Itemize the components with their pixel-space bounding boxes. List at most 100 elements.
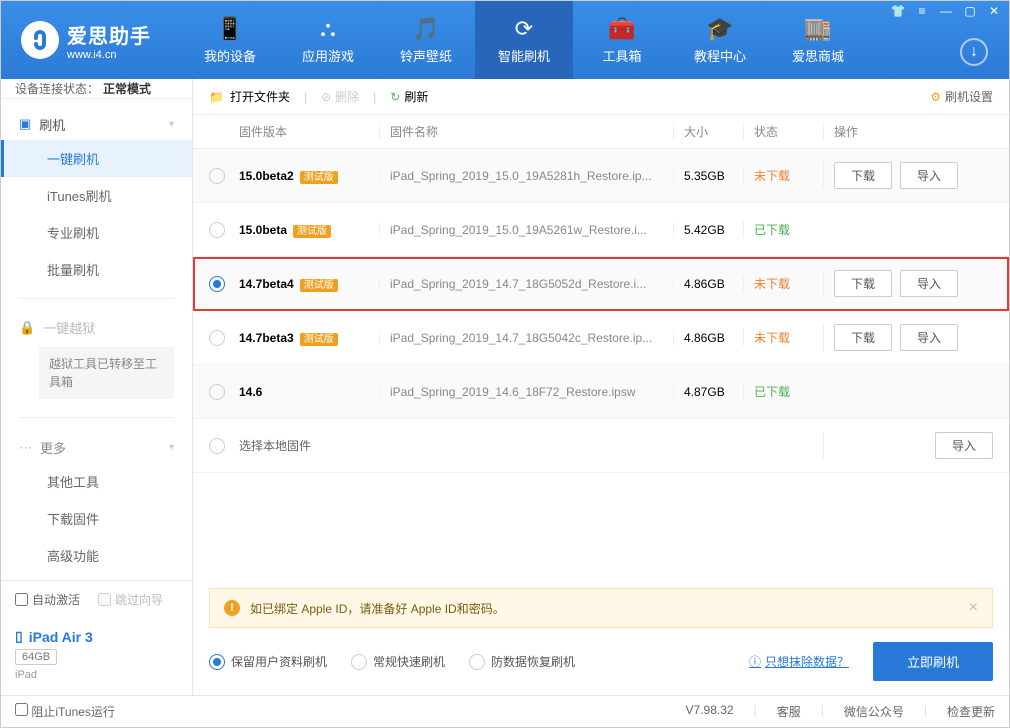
shirt-icon[interactable]: 👕 xyxy=(890,4,906,18)
download-button[interactable]: 下载 xyxy=(834,324,892,351)
device-info: ▯ iPad Air 3 64GB iPad xyxy=(1,618,192,695)
nav-ringtones[interactable]: 🎵铃声壁纸 xyxy=(377,1,475,79)
chevron-down-icon: ▾ xyxy=(169,119,174,130)
maximize-icon[interactable]: ▢ xyxy=(962,4,978,18)
refresh-icon: ↻ xyxy=(390,90,400,104)
delete-button: 删除 xyxy=(335,88,359,105)
nav-store[interactable]: 🏬爱思商城 xyxy=(769,1,867,79)
sidebar-item-advanced[interactable]: 高级功能 xyxy=(1,537,192,574)
nav-apps[interactable]: ⛬应用游戏 xyxy=(279,1,377,79)
delete-icon: ⊘ xyxy=(321,90,331,104)
flash-options-row: 保留用户资料刷机 常规快速刷机 防数据恢复刷机 ⓘ只想抹除数据？ 立即刷机 xyxy=(193,628,1009,695)
flash-opt-quick[interactable]: 常规快速刷机 xyxy=(351,653,445,670)
table-header: 固件版本 固件名称 大小 状态 操作 xyxy=(193,115,1009,149)
erase-link[interactable]: ⓘ只想抹除数据？ xyxy=(749,653,849,670)
skip-guide-checkbox[interactable]: 跳过向导 xyxy=(98,591,163,608)
radio[interactable] xyxy=(209,438,225,454)
minimize-icon[interactable]: — xyxy=(938,4,954,18)
sidebar-item-download[interactable]: 下载固件 xyxy=(1,500,192,537)
close-notice[interactable]: × xyxy=(969,599,978,617)
flash-opt-antirestore[interactable]: 防数据恢复刷机 xyxy=(469,653,575,670)
nav-toolbox[interactable]: 🧰工具箱 xyxy=(573,1,671,79)
nav-my-device[interactable]: 📱我的设备 xyxy=(181,1,279,79)
toolbox-icon: 🧰 xyxy=(608,16,635,42)
sidebar-more-head[interactable]: ⋯ 更多 ▾ xyxy=(1,432,192,463)
import-button[interactable]: 导入 xyxy=(900,162,958,189)
info-icon: ⓘ xyxy=(749,653,761,670)
footer: 阻止iTunes运行 V7.98.32 | 客服 | 微信公众号 | 检查更新 xyxy=(1,695,1009,727)
update-link[interactable]: 检查更新 xyxy=(947,703,995,720)
auto-activate-checkbox[interactable]: 自动激活 xyxy=(15,591,80,608)
radio[interactable] xyxy=(209,384,225,400)
firmware-status: 已下载 xyxy=(743,221,823,238)
sidebar-flash-head[interactable]: ▣ 刷机 ▾ xyxy=(1,109,192,140)
sidebar-item-oneclick[interactable]: 一键刷机 xyxy=(1,140,192,177)
table-row[interactable]: 14.6 iPad_Spring_2019_14.6_18F72_Restore… xyxy=(193,365,1009,419)
sidebar-item-batch[interactable]: 批量刷机 xyxy=(1,251,192,288)
main-panel: 📁 打开文件夹 | ⊘ 删除 | ↻ 刷新 ⚙ 刷机设置 固件版本 固件名称 大… xyxy=(193,79,1009,695)
import-button[interactable]: 导入 xyxy=(900,270,958,297)
table-row[interactable]: 14.7beta4测试版 iPad_Spring_2019_14.7_18G50… xyxy=(193,257,1009,311)
refresh-button[interactable]: 刷新 xyxy=(404,88,428,105)
wechat-link[interactable]: 微信公众号 xyxy=(844,703,904,720)
table-row[interactable]: 15.0beta2测试版 iPad_Spring_2019_15.0_19A52… xyxy=(193,149,1009,203)
radio[interactable] xyxy=(209,330,225,346)
window-controls: 👕 ≡ — ▢ ✕ xyxy=(890,4,1002,18)
music-icon: 🎵 xyxy=(412,16,439,42)
settings-button[interactable]: ⚙ 刷机设置 xyxy=(930,88,993,105)
auto-options: 自动激活 跳过向导 xyxy=(1,581,192,618)
local-firmware-row[interactable]: 选择本地固件 导入 xyxy=(193,419,1009,473)
main-nav: 📱我的设备 ⛬应用游戏 🎵铃声壁纸 ⟳智能刷机 🧰工具箱 🎓教程中心 🏬爱思商城 xyxy=(181,1,867,79)
import-button[interactable]: 导入 xyxy=(935,432,993,459)
firmware-status: 未下载 xyxy=(743,275,823,292)
radio[interactable] xyxy=(209,276,225,292)
apps-icon: ⛬ xyxy=(320,16,335,42)
menu-icon[interactable]: ≡ xyxy=(914,4,930,18)
download-button[interactable]: 下载 xyxy=(834,162,892,189)
service-link[interactable]: 客服 xyxy=(777,703,801,720)
download-button[interactable]: 下载 xyxy=(834,270,892,297)
device-name[interactable]: ▯ iPad Air 3 xyxy=(15,628,178,645)
folder-icon: 📁 xyxy=(209,90,224,104)
graduation-icon: 🎓 xyxy=(706,16,733,42)
gear-icon: ⚙ xyxy=(930,90,941,104)
app-header: 爱思助手 www.i4.cn 📱我的设备 ⛬应用游戏 🎵铃声壁纸 ⟳智能刷机 🧰… xyxy=(1,1,1009,79)
block-itunes-checkbox[interactable]: 阻止iTunes运行 xyxy=(15,703,115,720)
nav-tutorial[interactable]: 🎓教程中心 xyxy=(671,1,769,79)
sidebar-item-other[interactable]: 其他工具 xyxy=(1,463,192,500)
phone-icon: 📱 xyxy=(216,16,243,42)
firmware-size: 4.86GB xyxy=(673,277,743,291)
flash-opt-preserve[interactable]: 保留用户资料刷机 xyxy=(209,653,327,670)
device-type: iPad xyxy=(15,669,178,681)
table-row[interactable]: 15.0beta测试版 iPad_Spring_2019_15.0_19A526… xyxy=(193,203,1009,257)
open-folder-button[interactable]: 打开文件夹 xyxy=(230,88,290,105)
brand: 爱思助手 www.i4.cn xyxy=(1,20,171,61)
firmware-name: iPad_Spring_2019_15.0_19A5281h_Restore.i… xyxy=(379,169,673,183)
radio[interactable] xyxy=(209,168,225,184)
phone-icon: ▯ xyxy=(15,628,23,645)
brand-icon xyxy=(21,21,59,59)
firmware-size: 5.42GB xyxy=(673,223,743,237)
store-icon: 🏬 xyxy=(804,16,831,42)
flash-icon: ▣ xyxy=(19,116,31,132)
col-ops: 操作 xyxy=(823,123,993,140)
col-status: 状态 xyxy=(743,123,823,140)
storage-badge: 64GB xyxy=(15,649,57,665)
jailbreak-note: 越狱工具已转移至工具箱 xyxy=(39,347,174,399)
beta-badge: 测试版 xyxy=(293,225,331,238)
download-indicator[interactable]: ↓ xyxy=(960,38,988,66)
nav-flash[interactable]: ⟳智能刷机 xyxy=(475,1,573,79)
flash-now-button[interactable]: 立即刷机 xyxy=(873,642,993,681)
table-row[interactable]: 14.7beta3测试版 iPad_Spring_2019_14.7_18G50… xyxy=(193,311,1009,365)
sidebar-item-pro[interactable]: 专业刷机 xyxy=(1,214,192,251)
sidebar-item-itunes[interactable]: iTunes刷机 xyxy=(1,177,192,214)
brand-title: 爱思助手 xyxy=(67,20,151,49)
close-icon[interactable]: ✕ xyxy=(986,4,1002,18)
firmware-status: 未下载 xyxy=(743,167,823,184)
radio[interactable] xyxy=(209,222,225,238)
firmware-size: 4.86GB xyxy=(673,331,743,345)
import-button[interactable]: 导入 xyxy=(900,324,958,351)
col-size: 大小 xyxy=(673,123,743,140)
beta-badge: 测试版 xyxy=(300,279,338,292)
beta-badge: 测试版 xyxy=(300,171,338,184)
